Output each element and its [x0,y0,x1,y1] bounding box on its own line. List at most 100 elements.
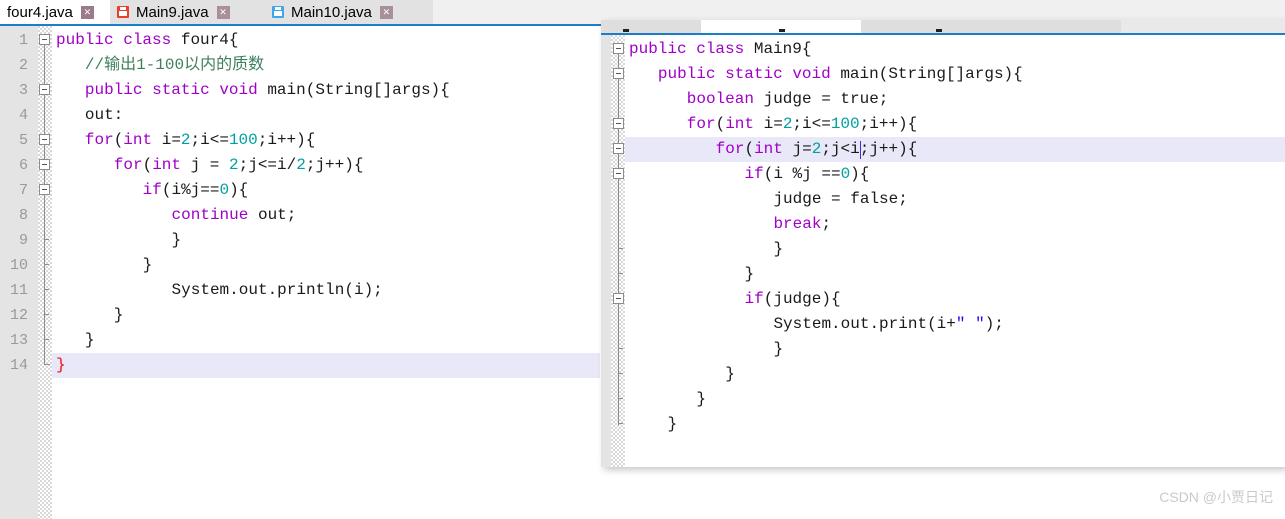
code-line[interactable]: continue out; [172,203,297,228]
fold-collapse-icon[interactable] [613,168,624,179]
code-line[interactable]: for(int j = 2;j<=i/2;j++){ [114,153,364,178]
csdn-watermark: CSDN @小贾日记 [1159,489,1273,505]
code-token: 0 [219,181,230,199]
code-token: main(String[]args){ [830,65,1023,83]
code-token: four4{ [171,31,239,49]
code-token: ;i<= [792,115,831,133]
code-token: ){ [850,165,870,183]
editor-tab-main9-java[interactable]: Main9.java ✕ [110,0,265,24]
right-window-tab-strip[interactable] [601,20,1285,33]
left-fold-gutter[interactable] [38,26,52,519]
code-line[interactable]: break; [773,212,831,237]
editor-tab-label: four4.java [7,3,73,21]
fold-collapse-icon[interactable] [613,118,624,129]
fold-collapse-icon[interactable] [613,68,624,79]
code-line[interactable]: } [56,353,66,378]
code-line[interactable]: if(i %j ==0){ [745,162,870,187]
fold-tick [44,289,49,290]
right-editor-window[interactable]: public class Main9{public static void ma… [601,20,1285,467]
code-token: public [629,40,687,58]
code-token: public [657,65,716,83]
fold-collapse-icon[interactable] [39,134,50,145]
fold-collapse-icon[interactable] [613,43,624,54]
fold-tick [44,239,49,240]
code-line[interactable]: out: [85,103,123,128]
line-number: 7 [18,182,28,199]
code-line[interactable]: } [745,262,755,287]
code-token: ( [715,115,726,133]
code-line[interactable]: } [85,328,95,353]
code-line[interactable]: public static void main(String[]args){ [658,62,1023,87]
code-line[interactable]: System.out.print(i+" "); [773,312,1003,337]
fold-collapse-icon[interactable] [613,143,624,154]
fold-tick [44,339,49,340]
close-icon[interactable]: ✕ [80,5,94,19]
code-token: if [744,290,764,308]
line-number: 3 [18,82,28,99]
code-token: } [113,306,124,324]
line-number: 2 [18,57,28,74]
code-line[interactable]: } [725,362,735,387]
editor-tab-main10-java[interactable]: Main10.java ✕ [265,0,433,24]
code-line[interactable]: for(int i=2;i<=100;i++){ [687,112,917,137]
close-icon[interactable]: ✕ [216,5,230,19]
right-tab-1-marker [623,29,629,32]
code-token: for [686,115,716,133]
code-line[interactable]: for(int j=2;j<i;j++){ [716,137,918,162]
right-tab-2[interactable] [701,20,861,33]
code-token: if [744,165,764,183]
fold-collapse-icon[interactable] [39,159,50,170]
code-token: int [123,131,153,149]
right-tab-2-marker [779,29,785,32]
code-token: System.out.print(i+ [773,315,956,333]
code-line[interactable]: for(int i=2;i<=100;i++){ [85,128,315,153]
code-token: } [773,340,784,358]
code-token: if [142,181,162,199]
code-token: i= [152,131,181,149]
right-tab-1[interactable] [601,20,701,33]
code-line[interactable]: } [143,253,153,278]
code-line[interactable]: //输出1-100以内的质数 [85,53,264,78]
fold-tick [44,314,49,315]
code-token: judge = false; [773,190,908,208]
code-token: ){ [229,181,249,199]
fold-collapse-icon[interactable] [39,34,50,45]
right-tab-3[interactable] [861,20,1021,33]
code-token: judge = true; [753,90,889,108]
code-line[interactable]: System.out.println(i); [172,278,383,303]
close-icon[interactable]: ✕ [379,5,393,19]
code-line[interactable]: if(i%j==0){ [143,178,249,203]
right-tab-4[interactable] [1021,20,1121,33]
code-line[interactable]: } [773,337,783,362]
fold-collapse-icon[interactable] [613,293,624,304]
code-line[interactable]: } [114,303,124,328]
save-blue-icon [272,6,284,18]
code-line[interactable]: } [172,228,182,253]
code-line[interactable]: boolean judge = true; [687,87,889,112]
code-token: public [84,81,143,99]
code-token: 100 [830,115,860,133]
code-line[interactable]: if(judge){ [745,287,841,312]
code-token: } [744,265,755,283]
fold-collapse-icon[interactable] [39,184,50,195]
editor-tab-four4-java[interactable]: four4.java ✕ [0,0,110,24]
code-line[interactable]: } [696,387,706,412]
line-number: 10 [9,257,28,274]
code-token: 2 [180,131,191,149]
code-token: 0 [840,165,851,183]
code-line[interactable]: } [668,412,678,437]
code-token: for [715,140,745,158]
code-token: continue [171,206,249,224]
code-line[interactable]: public class Main9{ [629,37,811,62]
code-line[interactable]: public class four4{ [56,28,238,53]
line-number: 13 [9,332,28,349]
fold-collapse-icon[interactable] [39,84,50,95]
code-line[interactable]: } [773,237,783,262]
code-token: class [696,40,745,58]
line-number: 11 [9,282,28,299]
code-line[interactable]: public static void main(String[]args){ [85,78,450,103]
code-line[interactable]: judge = false; [773,187,907,212]
